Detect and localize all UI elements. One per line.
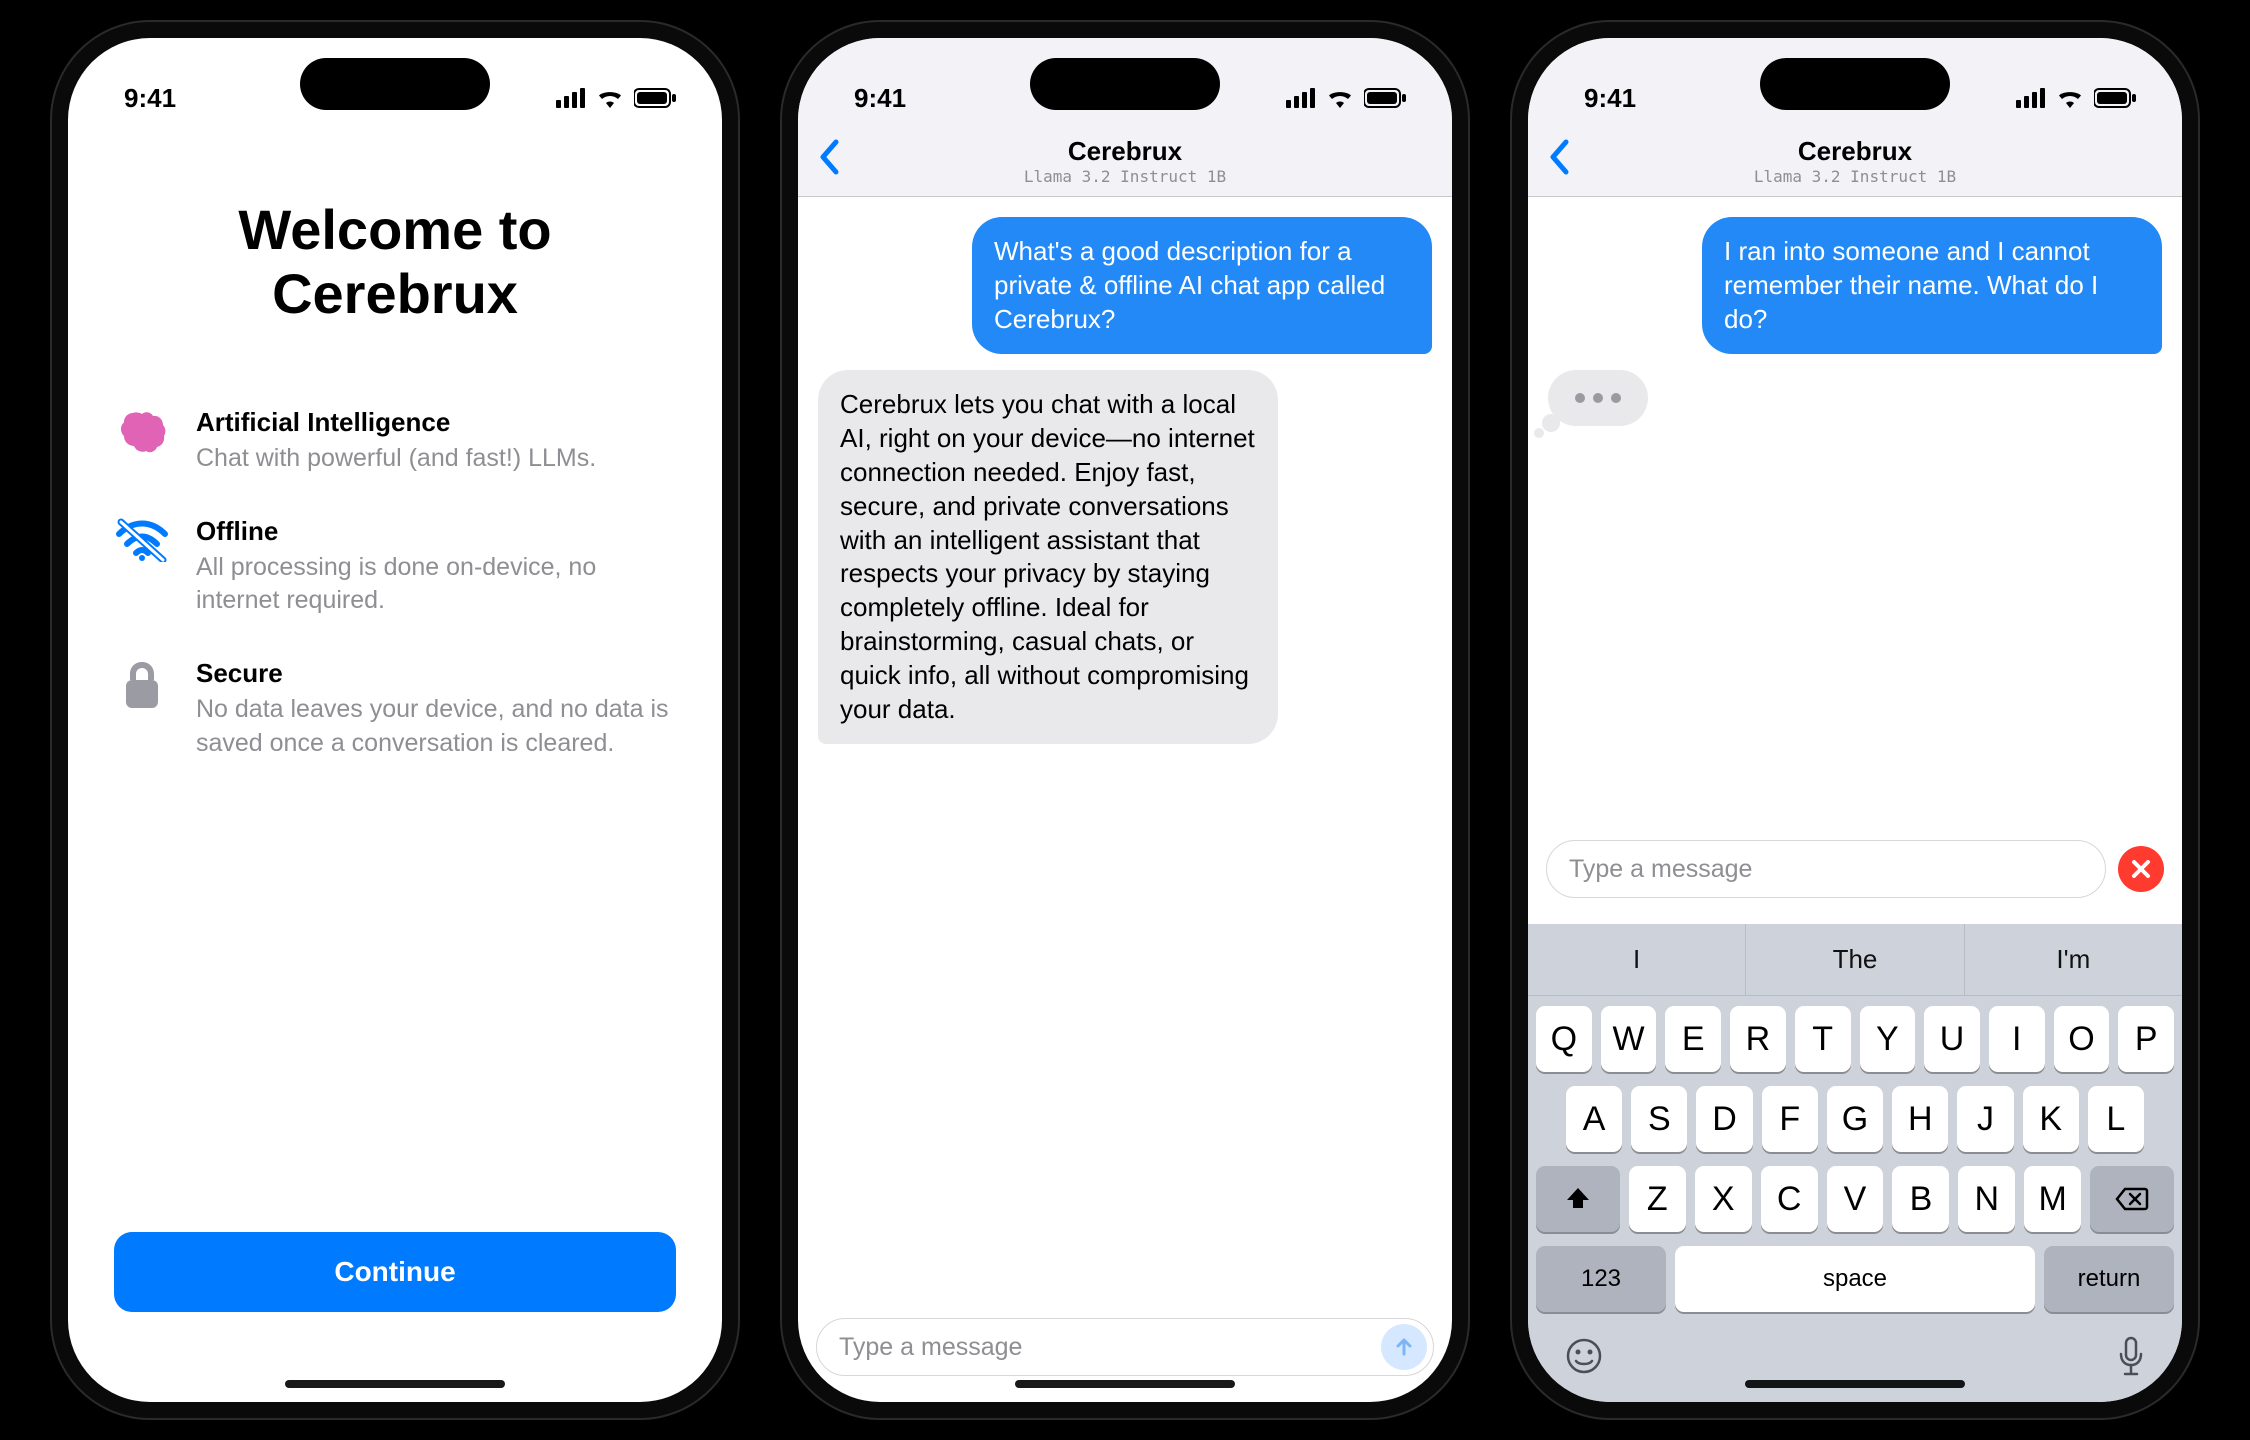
space-key[interactable]: space xyxy=(1675,1246,2035,1312)
feature-title: Secure xyxy=(196,658,676,689)
key-p[interactable]: P xyxy=(2118,1006,2174,1072)
feature-title: Offline xyxy=(196,516,676,547)
keyboard: I The I'm QWERTYUIOP ASDFGHJKL ZXCVBNM xyxy=(1528,924,2182,1402)
chat-header: Cerebrux Llama 3.2 Instruct 1B xyxy=(798,128,1452,197)
key-w[interactable]: W xyxy=(1601,1006,1657,1072)
suggestion[interactable]: I'm xyxy=(1964,924,2182,995)
feature-desc: Chat with powerful (and fast!) LLMs. xyxy=(196,442,596,476)
key-v[interactable]: V xyxy=(1827,1166,1884,1232)
key-d[interactable]: D xyxy=(1696,1086,1752,1152)
key-x[interactable]: X xyxy=(1695,1166,1752,1232)
welcome-title: Welcome to Cerebrux xyxy=(114,198,676,327)
device-chat: 9:41 Cerebrux Llama 3.2 Instruct 1B What… xyxy=(780,20,1470,1420)
key-y[interactable]: Y xyxy=(1860,1006,1916,1072)
cellular-icon xyxy=(2016,88,2046,108)
keyboard-row-1: QWERTYUIOP xyxy=(1536,1006,2174,1072)
continue-button[interactable]: Continue xyxy=(114,1232,676,1312)
status-time: 9:41 xyxy=(854,83,906,114)
key-s[interactable]: S xyxy=(1631,1086,1687,1152)
device-welcome: 9:41 Welcome to Cerebrux Arti xyxy=(50,20,740,1420)
key-f[interactable]: F xyxy=(1762,1086,1818,1152)
device-chat-typing: 9:41 Cerebrux Llama 3.2 Instruct 1B I ra… xyxy=(1510,20,2200,1420)
chat-title: Cerebrux xyxy=(1024,136,1226,167)
keyboard-row-3: ZXCVBNM xyxy=(1536,1166,2174,1232)
cellular-icon xyxy=(1286,88,1316,108)
chat-title: Cerebrux xyxy=(1754,136,1956,167)
dynamic-island xyxy=(1760,58,1950,110)
key-k[interactable]: K xyxy=(2023,1086,2079,1152)
emoji-key[interactable] xyxy=(1564,1336,1604,1388)
feature-secure: Secure No data leaves your device, and n… xyxy=(114,658,676,761)
message-thread[interactable]: I ran into someone and I cannot remember… xyxy=(1528,197,2182,826)
suggestion[interactable]: The xyxy=(1745,924,1963,995)
status-indicators xyxy=(2016,88,2136,108)
status-time: 9:41 xyxy=(1584,83,1636,114)
message-input[interactable] xyxy=(1567,854,2099,885)
suggestion-bar: I The I'm xyxy=(1528,924,2182,996)
key-c[interactable]: C xyxy=(1761,1166,1818,1232)
key-m[interactable]: M xyxy=(2024,1166,2081,1232)
assistant-message: Cerebrux lets you chat with a local AI, … xyxy=(818,370,1278,744)
key-q[interactable]: Q xyxy=(1536,1006,1592,1072)
backspace-key[interactable] xyxy=(2090,1166,2174,1232)
dynamic-island xyxy=(300,58,490,110)
key-h[interactable]: H xyxy=(1892,1086,1948,1152)
home-indicator[interactable] xyxy=(285,1380,505,1388)
status-indicators xyxy=(556,88,676,108)
message-thread[interactable]: What's a good description for a private … xyxy=(798,197,1452,1304)
cellular-icon xyxy=(556,88,586,108)
key-i[interactable]: I xyxy=(1989,1006,2045,1072)
numbers-key[interactable]: 123 xyxy=(1536,1246,1666,1312)
home-indicator[interactable] xyxy=(1745,1380,1965,1388)
feature-title: Artificial Intelligence xyxy=(196,407,596,438)
key-o[interactable]: O xyxy=(2054,1006,2110,1072)
keyboard-row-4: 123 space return xyxy=(1536,1246,2174,1312)
wifi-icon xyxy=(2056,88,2084,108)
key-r[interactable]: R xyxy=(1730,1006,1786,1072)
dynamic-island xyxy=(1030,58,1220,110)
feature-offline: Offline All processing is done on-device… xyxy=(114,516,676,619)
suggestion[interactable]: I xyxy=(1528,924,1745,995)
chat-model-name: Llama 3.2 Instruct 1B xyxy=(1024,167,1226,186)
wifi-icon xyxy=(596,88,624,108)
key-b[interactable]: B xyxy=(1892,1166,1949,1232)
message-composer xyxy=(1528,826,2182,924)
user-message: I ran into someone and I cannot remember… xyxy=(1702,217,2162,354)
dictation-key[interactable] xyxy=(2116,1336,2146,1388)
chat-model-name: Llama 3.2 Instruct 1B xyxy=(1754,167,1956,186)
status-time: 9:41 xyxy=(124,83,176,114)
back-button[interactable] xyxy=(1548,139,1570,185)
feature-desc: No data leaves your device, and no data … xyxy=(196,693,676,761)
user-message: What's a good description for a private … xyxy=(972,217,1432,354)
shift-key[interactable] xyxy=(1536,1166,1620,1232)
key-e[interactable]: E xyxy=(1665,1006,1721,1072)
key-l[interactable]: L xyxy=(2088,1086,2144,1152)
clear-button[interactable] xyxy=(2118,846,2164,892)
key-g[interactable]: G xyxy=(1827,1086,1883,1152)
back-button[interactable] xyxy=(818,139,840,185)
feature-desc: All processing is done on-device, no int… xyxy=(196,551,676,619)
chat-header: Cerebrux Llama 3.2 Instruct 1B xyxy=(1528,128,2182,197)
feature-ai: Artificial Intelligence Chat with powerf… xyxy=(114,407,676,476)
lock-icon xyxy=(114,658,170,710)
key-n[interactable]: N xyxy=(1958,1166,2015,1232)
key-j[interactable]: J xyxy=(1957,1086,2013,1152)
message-input[interactable] xyxy=(837,1332,1375,1363)
send-button[interactable] xyxy=(1381,1324,1427,1370)
battery-icon xyxy=(2094,88,2136,108)
wifi-slash-icon xyxy=(114,516,170,562)
key-t[interactable]: T xyxy=(1795,1006,1851,1072)
key-a[interactable]: A xyxy=(1566,1086,1622,1152)
wifi-icon xyxy=(1326,88,1354,108)
brain-icon xyxy=(114,407,170,457)
battery-icon xyxy=(1364,88,1406,108)
home-indicator[interactable] xyxy=(1015,1380,1235,1388)
return-key[interactable]: return xyxy=(2044,1246,2174,1312)
status-indicators xyxy=(1286,88,1406,108)
key-u[interactable]: U xyxy=(1924,1006,1980,1072)
key-z[interactable]: Z xyxy=(1629,1166,1686,1232)
typing-indicator xyxy=(1548,370,1648,426)
battery-icon xyxy=(634,88,676,108)
keyboard-row-2: ASDFGHJKL xyxy=(1536,1086,2174,1152)
